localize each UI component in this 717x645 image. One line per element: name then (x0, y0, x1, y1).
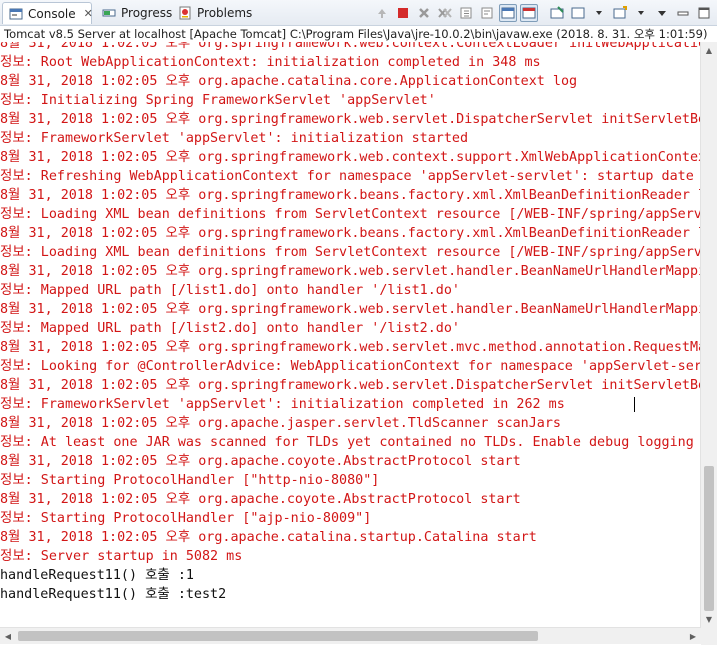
view-menu-icon[interactable] (653, 4, 671, 22)
open-console-icon[interactable] (611, 4, 629, 22)
console-line: 8월 31, 2018 1:02:05 오후 org.springframewo… (0, 112, 701, 127)
tab-problems[interactable]: Problems (172, 2, 252, 24)
show-on-stderr-icon[interactable] (520, 4, 538, 22)
console-line: 8월 31, 2018 1:02:05 오후 org.springframewo… (0, 188, 701, 203)
console-line: 정보: Server startup in 5082 ms (0, 549, 243, 564)
tab-problems-label: Problems (197, 6, 253, 20)
process-description: Tomcat v8.5 Server at localhost [Apache … (0, 26, 717, 42)
scroll-left-arrow-icon[interactable]: ◀ (0, 628, 16, 644)
console-line: 8월 31, 2018 1:02:05 오후 org.springframewo… (0, 42, 701, 51)
scroll-down-arrow-icon[interactable]: ▼ (701, 611, 717, 627)
console-line: 8월 31, 2018 1:02:05 오후 org.springframewo… (0, 264, 701, 279)
console-line: 정보: Loading XML bean definitions from Se… (0, 245, 701, 260)
remove-all-icon[interactable] (436, 4, 454, 22)
toolbar-separator (541, 4, 545, 22)
console-line: 정보: Looking for @ControllerAdvice: WebAp… (0, 359, 701, 374)
console-line: 정보: Starting ProtocolHandler ["http-nio-… (0, 473, 380, 488)
console-line: handleRequest11() 호출 :test2 (0, 587, 227, 602)
scrollbar-corner (701, 627, 717, 645)
console-line: 8월 31, 2018 1:02:05 오후 org.springframewo… (0, 150, 701, 165)
text-caret (634, 397, 635, 412)
remove-launch-icon[interactable] (415, 4, 433, 22)
chevron-down-icon[interactable] (632, 4, 650, 22)
horizontal-scrollbar[interactable]: ◀ ▶ (0, 627, 701, 644)
display-selected-console-icon[interactable] (569, 4, 587, 22)
console-line: 8월 31, 2018 1:02:05 오후 org.apache.jasper… (0, 416, 561, 431)
console-output[interactable]: 8월 31, 2018 1:02:05 오후 org.springframewo… (0, 42, 701, 627)
console-line: 정보: FrameworkServlet 'appServlet': initi… (0, 131, 469, 146)
console-line: 정보: Mapped URL path [/list2.do] onto han… (0, 321, 460, 336)
pin-console-icon[interactable] (548, 4, 566, 22)
console-line: handleRequest11() 호출 :1 (0, 568, 194, 583)
console-line: 정보: FrameworkServlet 'appServlet': initi… (0, 395, 701, 414)
view-tab-bar: Console ✕ Progress Problems (0, 0, 717, 26)
console-line: 8월 31, 2018 1:02:05 오후 org.apache.catali… (0, 530, 537, 545)
console-line: 8월 31, 2018 1:02:05 오후 org.apache.catali… (0, 74, 578, 89)
console-line: 정보: Root WebApplicationContext: initiali… (0, 55, 541, 70)
tab-progress-label: Progress (121, 6, 173, 20)
close-icon[interactable]: ✕ (84, 7, 93, 20)
console-line: 8월 31, 2018 1:02:05 오후 org.apache.coyote… (0, 454, 521, 469)
clear-console-icon[interactable] (373, 4, 391, 22)
chevron-down-icon[interactable] (590, 4, 608, 22)
console-line: 8월 31, 2018 1:02:05 오후 org.springframewo… (0, 340, 701, 355)
console-line: 정보: Refreshing WebApplicationContext for… (0, 169, 694, 184)
terminate-icon[interactable] (394, 4, 412, 22)
minimize-icon[interactable] (674, 4, 692, 22)
console-line: 정보: Starting ProtocolHandler ["ajp-nio-8… (0, 511, 372, 526)
progress-icon (102, 6, 116, 20)
scroll-lock-icon[interactable] (457, 4, 475, 22)
scroll-up-arrow-icon[interactable]: ▲ (701, 42, 717, 58)
console-line: 8월 31, 2018 1:02:05 오후 org.springframewo… (0, 226, 701, 241)
console-line: 정보: Loading XML bean definitions from Se… (0, 207, 701, 222)
console-line: 8월 31, 2018 1:02:05 오후 org.springframewo… (0, 378, 701, 393)
console-line: 8월 31, 2018 1:02:05 오후 org.apache.coyote… (0, 492, 521, 507)
tab-console[interactable]: Console ✕ (2, 2, 93, 24)
scroll-right-arrow-icon[interactable]: ▶ (685, 628, 701, 644)
vertical-scroll-thumb[interactable] (704, 466, 714, 611)
tab-console-label: Console (28, 6, 76, 21)
console-line: 8월 31, 2018 1:02:05 오후 org.springframewo… (0, 302, 701, 317)
console-line: 정보: Mapped URL path [/list1.do] onto han… (0, 283, 460, 298)
console-line: 정보: At least one JAR was scanned for TLD… (0, 435, 694, 450)
maximize-icon[interactable] (695, 4, 713, 22)
console-icon (9, 7, 23, 21)
console-toolbar (373, 3, 713, 23)
horizontal-scroll-thumb[interactable] (18, 631, 538, 641)
console-line: 정보: Initializing Spring FrameworkServlet… (0, 93, 436, 108)
tab-progress[interactable]: Progress (96, 2, 172, 24)
show-on-stdout-icon[interactable] (499, 4, 517, 22)
problems-icon (178, 6, 192, 20)
word-wrap-icon[interactable] (478, 4, 496, 22)
vertical-scrollbar[interactable]: ▲ ▼ (700, 42, 717, 627)
